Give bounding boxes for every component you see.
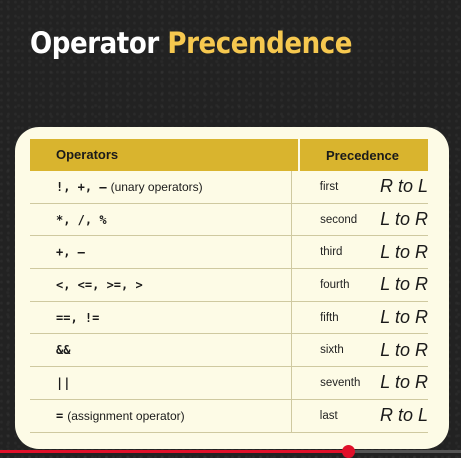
title-word-precedence: Precendence (167, 26, 353, 60)
operator-symbols: ==, != (56, 310, 100, 325)
operator-symbols: || (56, 375, 71, 390)
operator-cell: && (30, 334, 293, 367)
table-row: !, +, – (unary operators) first R to L (30, 171, 428, 204)
operator-cell: !, +, – (unary operators) (30, 171, 292, 203)
table-row: || seventh L to R (30, 367, 428, 400)
associativity: L to R (380, 209, 428, 230)
table-row: <, <=, >=, > fourth L to R (30, 269, 428, 302)
precedence-rank: fourth (320, 278, 350, 291)
slide-title: Operator Precendence (30, 26, 352, 60)
associativity: L to R (380, 241, 428, 262)
operator-note: (assignment operator) (67, 408, 185, 423)
associativity: R to L (379, 405, 428, 426)
table-row: *, /, % second L to R (30, 203, 428, 237)
header-precedence: Precedence (326, 147, 399, 163)
precedence-rank: fifth (320, 311, 339, 324)
table-row: && sixth L to R (30, 334, 428, 368)
table-body: !, +, – (unary operators) first R to L *, /,… (30, 171, 428, 433)
operator-cell: +, – (30, 236, 293, 269)
associativity: L to R (380, 307, 428, 328)
operator-note: (unary operators) (110, 179, 203, 194)
table-row: = (assignment operator) last R to L (30, 399, 428, 433)
operator-symbols: && (56, 343, 71, 358)
precedence-rank: third (320, 246, 343, 259)
operator-cell: *, /, % (30, 203, 293, 236)
operator-symbols: *, /, % (56, 212, 107, 227)
scrubber-handle[interactable] (342, 445, 356, 458)
precedence-rank: sixth (320, 344, 344, 357)
associativity: L to R (380, 372, 428, 393)
operator-symbols: = (56, 408, 64, 423)
operator-cell: ==, != (30, 301, 293, 334)
precedence-rank: first (319, 180, 339, 193)
table-header: Operators Precedence (30, 139, 428, 171)
associativity: R to L (379, 176, 428, 197)
table-row: ==, != fifth L to R (30, 301, 428, 335)
operator-symbols: +, – (56, 245, 85, 260)
operator-cell: <, <=, >=, > (30, 269, 293, 301)
associativity: L to R (380, 274, 428, 295)
associativity: L to R (380, 339, 428, 360)
precedence-rank: last (319, 409, 338, 422)
header-operators: Operators (30, 139, 300, 171)
operator-cell: = (assignment operator) (30, 399, 292, 432)
title-word-operator: Operator (30, 26, 159, 60)
operator-cell: || (30, 367, 293, 399)
table-row: +, – third L to R (30, 236, 428, 270)
operator-symbols: !, +, – (56, 179, 107, 194)
precedence-table: Operators Precedence !, +, – (unary opera… (30, 139, 428, 433)
precedence-rank: second (320, 213, 358, 226)
precedence-rank: seventh (320, 376, 361, 389)
operator-symbols: <, <=, >=, > (56, 277, 143, 292)
